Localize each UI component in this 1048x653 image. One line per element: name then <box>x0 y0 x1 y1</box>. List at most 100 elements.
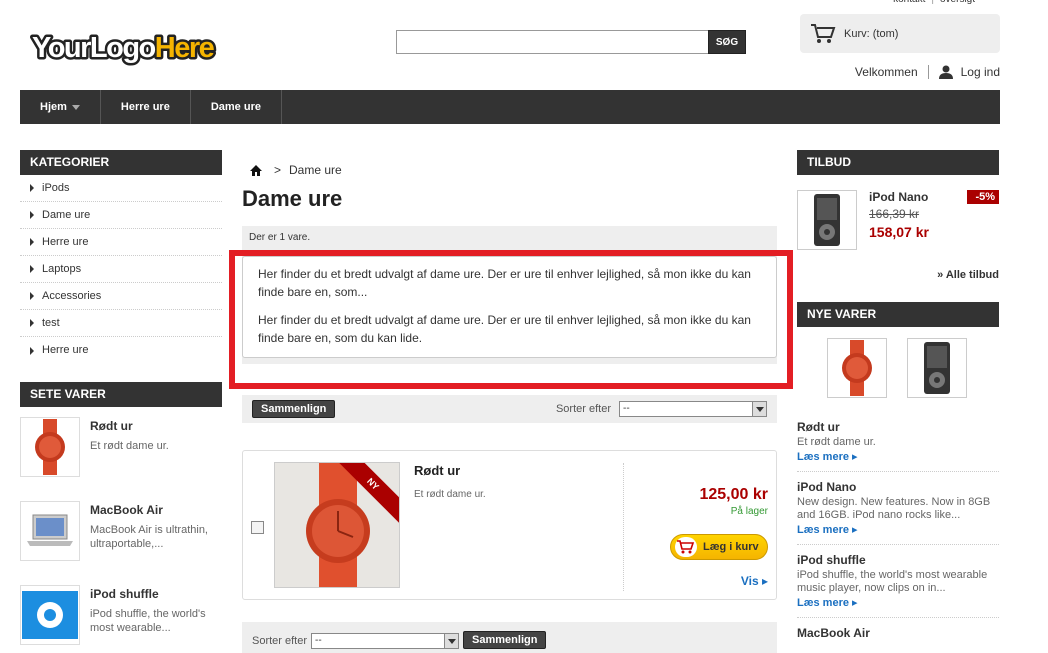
stock-status: På lager <box>730 506 768 517</box>
new-product-title[interactable]: iPod shuffle <box>797 553 999 567</box>
category-item[interactable]: test <box>20 310 222 337</box>
compare-button[interactable]: Sammenlign <box>252 400 336 418</box>
category-description-area: Her finder du et bredt udvalgt af dame u… <box>242 250 777 364</box>
home-icon[interactable] <box>250 164 262 176</box>
product-desc: Et rødt dame ur. <box>414 489 486 500</box>
ipod-nano-thumbnail[interactable] <box>907 338 967 398</box>
seen-item[interactable]: MacBook Air MacBook Air is ultrathin, ult… <box>20 491 222 575</box>
new-product-title[interactable]: Rødt ur <box>797 420 999 434</box>
discount-badge: -5% <box>967 190 999 204</box>
search-button[interactable]: SØG <box>708 30 746 54</box>
read-more-link[interactable]: Læs mere ▸ <box>797 450 999 463</box>
seen-title: SETE VARER <box>20 382 222 407</box>
user-links: Velkommen Log ind <box>855 65 1000 79</box>
chevron-down-icon <box>71 104 80 110</box>
right-sidebar: TILBUD iPod Nano 166,39 kr 158,07 kr -5%… <box>797 150 999 640</box>
red-watch-thumbnail[interactable] <box>20 417 80 477</box>
compare-checkbox[interactable] <box>251 521 264 534</box>
product-name[interactable]: Rødt ur <box>414 463 460 478</box>
new-product-desc: Et rødt dame ur. <box>797 436 876 448</box>
all-offers-link[interactable]: » Alle tilbud <box>937 269 999 281</box>
description-short: Her finder du et bredt udvalgt af dame u… <box>258 267 751 299</box>
seen-item-title[interactable]: Rødt ur <box>90 419 169 433</box>
offer-old-price: 166,39 kr <box>869 207 920 221</box>
product-card: NY Rødt ur Et rødt dame ur. 125,00 kr På… <box>242 450 777 600</box>
breadcrumb: > Dame ure <box>250 160 777 180</box>
arrow-right-icon <box>30 184 34 192</box>
read-more-link[interactable]: Læs mere ▸ <box>797 596 999 609</box>
site-logo[interactable]: YourLogoHere YourLogoHere <box>30 27 220 67</box>
seen-item[interactable]: iPod shuffle iPod shuffle, the world's mo… <box>20 575 222 653</box>
new-product-title[interactable]: iPod Nano <box>797 480 999 494</box>
seen-item-desc: Et rødt dame ur. <box>90 440 169 452</box>
left-sidebar: KATEGORIER iPods Dame ure Herre ure Lapt… <box>20 150 222 653</box>
category-item[interactable]: Laptops <box>20 256 222 283</box>
description-full: Her finder du et bredt udvalgt af dame u… <box>258 313 751 345</box>
sort-select[interactable]: -- <box>619 401 767 417</box>
add-to-cart-button[interactable]: Læg i kurv <box>670 534 768 560</box>
nav-item-dame-ure[interactable]: Dame ure <box>191 90 282 124</box>
new-product-desc: iPod shuffle, the world's most wearable … <box>797 569 988 594</box>
login-link[interactable]: Log ind <box>961 65 1000 79</box>
category-list: iPods Dame ure Herre ure Laptops Accesso… <box>20 175 222 364</box>
product-price: 125,00 kr <box>699 486 768 503</box>
main-nav: Hjem Herre ure Dame ure <box>20 90 1000 124</box>
chevron-down-icon <box>752 402 766 416</box>
new-product-item: iPod Nano New design. New features. Now … <box>797 480 999 545</box>
arrow-right-icon: ▸ <box>761 574 768 588</box>
sitemap-link[interactable]: oversigt <box>940 0 975 5</box>
page-title: Dame ure <box>242 186 343 211</box>
category-item[interactable]: Herre ure <box>20 337 222 364</box>
arrow-right-icon <box>30 238 34 246</box>
cart-icon <box>811 23 836 43</box>
main-content: > Dame ure Dame ure Der er 1 vare. Her f… <box>242 160 777 364</box>
sort-bar: Sammenlign Sorter efter -- <box>242 395 777 423</box>
cart-label: Kurv: (tom) <box>844 27 899 40</box>
category-item[interactable]: Herre ure <box>20 229 222 256</box>
new-product-item: MacBook Air <box>797 626 999 648</box>
ipod-nano-thumbnail[interactable] <box>797 190 857 250</box>
nav-item-herre-ure[interactable]: Herre ure <box>101 90 191 124</box>
arrow-right-icon: ▸ <box>852 524 858 536</box>
seen-item-title[interactable]: iPod shuffle <box>90 587 222 601</box>
product-image[interactable]: NY <box>274 462 400 588</box>
category-description: Her finder du et bredt udvalgt af dame u… <box>242 256 777 358</box>
product-count: Der er 1 vare. <box>242 226 777 250</box>
read-more-link[interactable]: Læs mere ▸ <box>797 523 999 536</box>
sort-select-bottom[interactable]: -- <box>311 633 460 649</box>
top-links: kontakt|oversigt <box>893 0 975 5</box>
cart-icon <box>677 539 695 553</box>
breadcrumb-current: Dame ure <box>289 163 342 177</box>
search-input[interactable] <box>396 30 708 54</box>
categories-title: KATEGORIER <box>20 150 222 175</box>
arrow-right-icon: ▸ <box>852 451 858 463</box>
sort-label: Sorter efter <box>555 403 611 415</box>
offer-name[interactable]: iPod Nano <box>869 190 928 204</box>
compare-button-bottom[interactable]: Sammenlign <box>463 631 547 649</box>
new-product-item: iPod shuffle iPod shuffle, the world's m… <box>797 553 999 618</box>
search-form: SØG <box>396 30 746 54</box>
new-product-title[interactable]: MacBook Air <box>797 626 999 640</box>
arrow-right-icon <box>30 265 34 273</box>
chevron-down-icon <box>444 634 459 648</box>
offer-new-price: 158,07 kr <box>869 224 929 240</box>
new-product-desc: New design. New features. Now in 8GB and… <box>797 496 991 521</box>
category-item[interactable]: Accessories <box>20 283 222 310</box>
ipod-shuffle-thumbnail[interactable] <box>20 585 80 645</box>
view-link[interactable]: Vis ▸ <box>741 574 768 588</box>
new-products-thumbnails <box>827 338 967 398</box>
new-products-list: Rødt ur Et rødt dame ur. Læs mere ▸ iPod… <box>797 420 999 653</box>
macbook-thumbnail[interactable] <box>20 501 80 561</box>
category-item[interactable]: Dame ure <box>20 202 222 229</box>
seen-item[interactable]: Rødt ur Et rødt dame ur. <box>20 407 222 491</box>
sort-label-bottom: Sorter efter <box>252 635 308 647</box>
new-product-item: Rødt ur Et rødt dame ur. Læs mere ▸ <box>797 420 999 472</box>
seen-item-title[interactable]: MacBook Air <box>90 503 222 517</box>
user-icon <box>938 65 953 79</box>
red-watch-thumbnail[interactable] <box>827 338 887 398</box>
nav-item-home[interactable]: Hjem <box>20 90 101 124</box>
category-item[interactable]: iPods <box>20 175 222 202</box>
bottom-sort-bar: Sorter efter -- Sammenlign <box>242 622 777 653</box>
contact-link[interactable]: kontakt <box>893 0 925 5</box>
cart-box[interactable]: Kurv: (tom) <box>800 14 1000 53</box>
